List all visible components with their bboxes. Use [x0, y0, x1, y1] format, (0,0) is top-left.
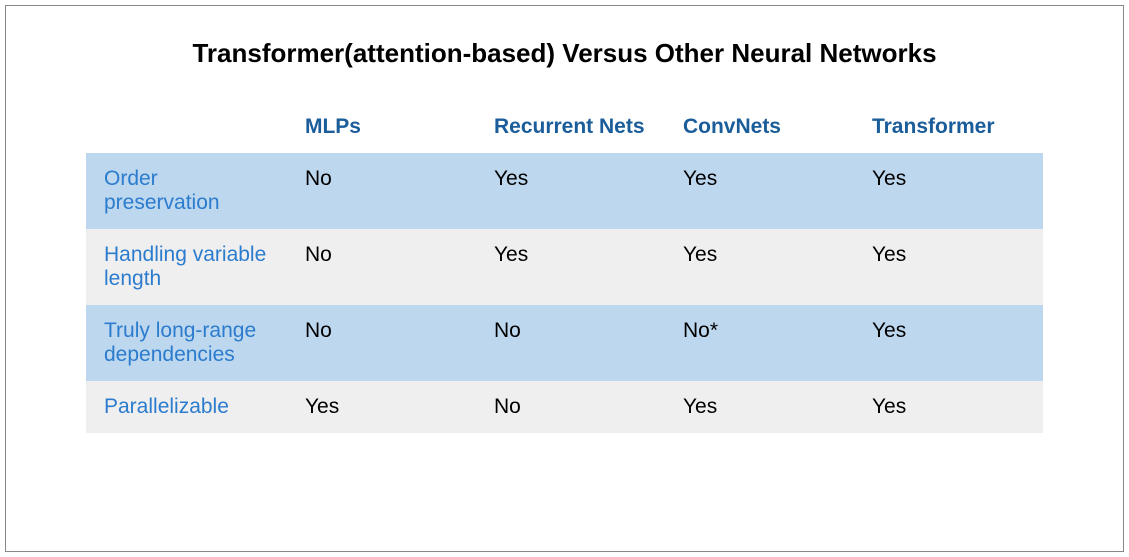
col-head-transformer: Transformer [854, 101, 1043, 153]
cell: No [476, 381, 665, 433]
cell: No [476, 305, 665, 381]
col-head-recurrent: Recurrent Nets [476, 101, 665, 153]
table-row: Handling variable length No Yes Yes Yes [86, 229, 1043, 305]
cell: Yes [665, 381, 854, 433]
cell: Yes [854, 153, 1043, 229]
cell: No [287, 229, 476, 305]
table-row: Parallelizable Yes No Yes Yes [86, 381, 1043, 433]
table-row: Order preservation No Yes Yes Yes [86, 153, 1043, 229]
cell: Yes [854, 305, 1043, 381]
row-label: Parallelizable [86, 381, 287, 433]
table-header-row: MLPs Recurrent Nets ConvNets Transformer [86, 101, 1043, 153]
row-label: Order preservation [86, 153, 287, 229]
cell: Yes [476, 153, 665, 229]
row-label: Truly long-range dependencies [86, 305, 287, 381]
cell: Yes [665, 153, 854, 229]
cell: Yes [476, 229, 665, 305]
col-head-mlps: MLPs [287, 101, 476, 153]
cell: No* [665, 305, 854, 381]
slide-frame: Transformer(attention-based) Versus Othe… [5, 5, 1124, 552]
comparison-table: MLPs Recurrent Nets ConvNets Transformer… [86, 101, 1043, 433]
col-head-convnets: ConvNets [665, 101, 854, 153]
row-label: Handling variable length [86, 229, 287, 305]
header-blank [86, 101, 287, 153]
page-title: Transformer(attention-based) Versus Othe… [86, 36, 1043, 71]
cell: Yes [287, 381, 476, 433]
cell: No [287, 305, 476, 381]
cell: Yes [854, 381, 1043, 433]
cell: Yes [854, 229, 1043, 305]
cell: No [287, 153, 476, 229]
table-row: Truly long-range dependencies No No No* … [86, 305, 1043, 381]
cell: Yes [665, 229, 854, 305]
